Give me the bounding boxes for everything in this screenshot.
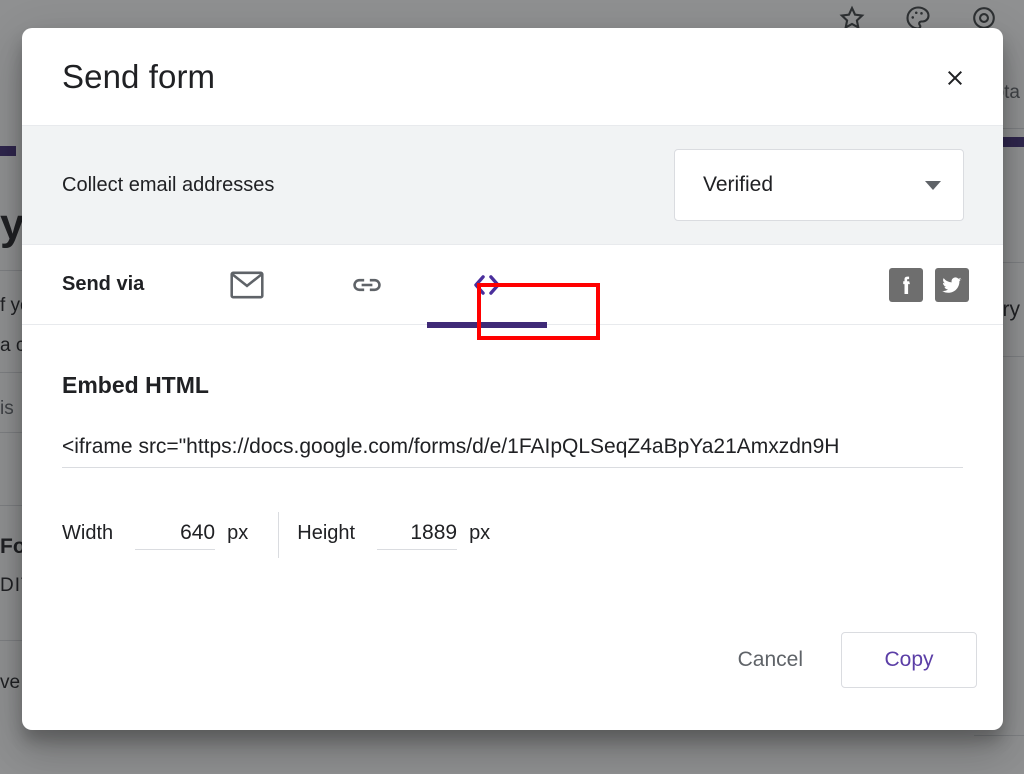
embed-height-input[interactable] bbox=[377, 521, 457, 550]
envelope-icon bbox=[230, 270, 264, 300]
embed-height-unit: px bbox=[469, 522, 490, 545]
tab-send-email[interactable] bbox=[187, 245, 307, 325]
embed-size-row: Width px Height px bbox=[62, 512, 963, 558]
dialog-header: Send form bbox=[22, 28, 1003, 125]
embed-height-field: Height px bbox=[297, 521, 490, 550]
social-share-group bbox=[889, 268, 969, 302]
embed-width-label: Width bbox=[62, 522, 113, 545]
send-via-label: Send via bbox=[62, 273, 144, 296]
tab-send-embed[interactable] bbox=[427, 245, 547, 325]
close-icon bbox=[943, 66, 967, 90]
code-brackets-icon bbox=[469, 269, 505, 301]
collect-email-row: Collect email addresses Verified bbox=[22, 125, 1003, 245]
tab-send-link[interactable] bbox=[307, 245, 427, 325]
page-title: Send form bbox=[62, 58, 215, 96]
facebook-icon bbox=[894, 273, 918, 297]
size-field-divider bbox=[278, 512, 279, 558]
collect-email-label: Collect email addresses bbox=[62, 174, 274, 197]
cancel-button[interactable]: Cancel bbox=[714, 634, 827, 686]
dialog-footer: Cancel Copy bbox=[714, 632, 977, 688]
copy-button[interactable]: Copy bbox=[841, 632, 977, 688]
chevron-down-icon bbox=[925, 181, 941, 190]
embed-width-unit: px bbox=[227, 522, 248, 545]
embed-width-field: Width px bbox=[62, 521, 248, 550]
embed-html-heading: Embed HTML bbox=[62, 372, 963, 399]
collect-email-selected-value: Verified bbox=[703, 173, 773, 197]
collect-email-select[interactable]: Verified bbox=[674, 149, 964, 221]
embed-code-input[interactable] bbox=[62, 435, 963, 459]
link-icon bbox=[350, 270, 384, 300]
twitter-icon bbox=[940, 273, 964, 297]
twitter-share-button[interactable] bbox=[935, 268, 969, 302]
embed-width-input[interactable] bbox=[135, 521, 215, 550]
dialog-body: Embed HTML Width px Height px bbox=[22, 372, 1003, 558]
send-via-tabs bbox=[187, 245, 547, 325]
send-form-dialog: Send form Collect email addresses Verifi… bbox=[22, 28, 1003, 730]
send-via-row: Send via bbox=[22, 245, 1003, 325]
embed-height-label: Height bbox=[297, 522, 355, 545]
embed-code-field-wrap bbox=[62, 435, 963, 468]
facebook-share-button[interactable] bbox=[889, 268, 923, 302]
close-button[interactable] bbox=[933, 56, 977, 100]
